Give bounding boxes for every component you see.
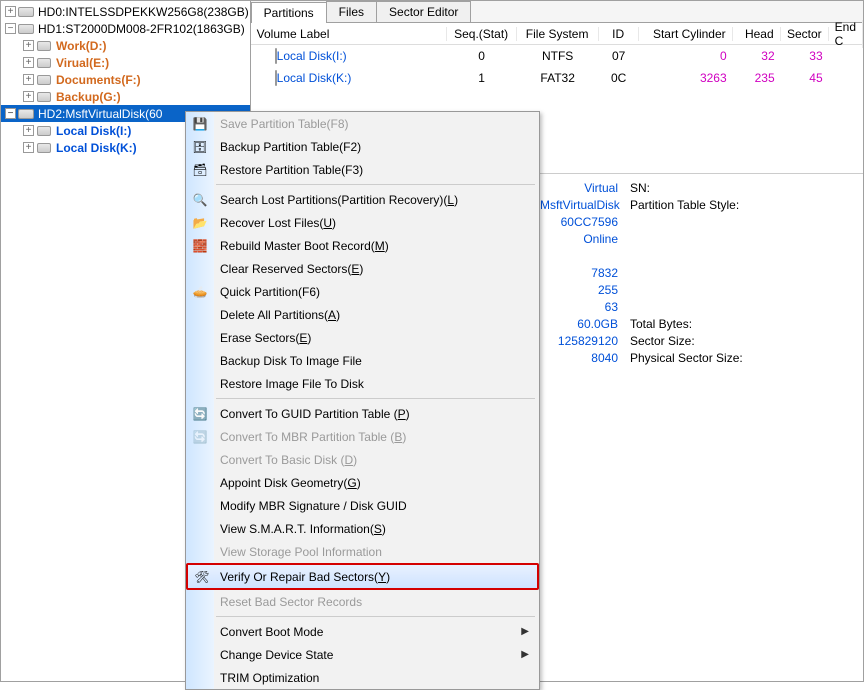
save-icon: 💾 — [191, 115, 209, 133]
tree-label: HD0:INTELSSDPEKKW256G8(238GB) — [38, 5, 249, 19]
volume-icon — [36, 73, 52, 87]
menu-verify-repair-bad-sectors[interactable]: 🛠Verify Or Repair Bad Sectors(Y) — [186, 563, 539, 590]
menu-erase-sectors[interactable]: Erase Sectors(E) — [186, 326, 539, 349]
disk-info-panel: VirtualSN: MsftVirtualDiskPartition Tabl… — [540, 180, 743, 367]
col-head[interactable]: Head — [733, 27, 781, 41]
submenu-arrow-icon: ▶ — [521, 649, 529, 660]
expand-icon[interactable]: + — [5, 6, 16, 17]
convert-icon: 🔄 — [191, 428, 209, 446]
tree-vol[interactable]: +Documents(F:) — [1, 71, 250, 88]
col-sector[interactable]: Sector — [781, 27, 829, 41]
expand-icon[interactable]: + — [23, 91, 34, 102]
rebuild-icon: 🧱 — [191, 237, 209, 255]
volume-icon — [36, 141, 52, 155]
tree-label: HD2:MsftVirtualDisk(60 — [38, 107, 162, 121]
backup-icon: 🗄 — [191, 138, 209, 156]
menu-clear-reserved[interactable]: Clear Reserved Sectors(E) — [186, 257, 539, 280]
expand-icon[interactable]: + — [23, 74, 34, 85]
tree-label: HD1:ST2000DM008-2FR102(1863GB) — [38, 22, 245, 36]
menu-quick-partition[interactable]: 🥧Quick Partition(F6) — [186, 280, 539, 303]
menu-view-smart[interactable]: View S.M.A.R.T. Information(S) — [186, 517, 539, 540]
col-volume-label[interactable]: Volume Label — [251, 27, 447, 41]
menu-change-device-state[interactable]: Change Device State▶ — [186, 643, 539, 666]
tree-vol[interactable]: +Work(D:) — [1, 37, 250, 54]
menu-restore-partition-table[interactable]: 🗃Restore Partition Table(F3) — [186, 158, 539, 181]
menu-rebuild-mbr[interactable]: 🧱Rebuild Master Boot Record(M) — [186, 234, 539, 257]
menu-convert-basic[interactable]: Convert To Basic Disk (D) — [186, 448, 539, 471]
tab-bar: Partitions Files Sector Editor — [251, 1, 863, 23]
tab-partitions[interactable]: Partitions — [251, 2, 327, 23]
col-cyl[interactable]: Start Cylinder — [639, 27, 733, 41]
tree-vol[interactable]: +Virual(E:) — [1, 54, 250, 71]
col-seq[interactable]: Seq.(Stat) — [447, 27, 517, 41]
grid-header: Volume Label Seq.(Stat) File System ID S… — [251, 23, 863, 45]
menu-appoint-geometry[interactable]: Appoint Disk Geometry(G) — [186, 471, 539, 494]
tree-vol[interactable]: +Backup(G:) — [1, 88, 250, 105]
menu-recover-lost-files[interactable]: 📂Recover Lost Files(U) — [186, 211, 539, 234]
col-filesystem[interactable]: File System — [517, 27, 599, 41]
disk-icon — [18, 5, 34, 19]
tools-icon: 🛠 — [193, 568, 211, 586]
recover-icon: 📂 — [191, 214, 209, 232]
context-menu: 💾Save Partition Table(F8) 🗄Backup Partit… — [185, 111, 540, 690]
menu-convert-boot-mode[interactable]: Convert Boot Mode▶ — [186, 620, 539, 643]
search-icon: 🔍 — [191, 191, 209, 209]
expand-icon[interactable]: + — [23, 142, 34, 153]
menu-separator — [186, 613, 539, 620]
volume-icon — [36, 124, 52, 138]
table-row[interactable]: Local Disk(K:) 1 FAT32 0C 3263 235 45 — [251, 67, 863, 89]
disk-icon — [18, 107, 34, 121]
expand-icon[interactable]: + — [23, 57, 34, 68]
menu-trim[interactable]: TRIM Optimization — [186, 666, 539, 689]
menu-view-storage-pool[interactable]: View Storage Pool Information — [186, 540, 539, 563]
expand-icon[interactable]: + — [23, 40, 34, 51]
expand-icon[interactable]: + — [23, 125, 34, 136]
tab-files[interactable]: Files — [326, 1, 377, 22]
restore-icon: 🗃 — [191, 161, 209, 179]
tab-sector-editor[interactable]: Sector Editor — [376, 1, 471, 22]
volume-icon — [36, 90, 52, 104]
col-end[interactable]: End C — [829, 20, 863, 48]
tree-disk-hd1[interactable]: − HD1:ST2000DM008-2FR102(1863GB) — [1, 20, 250, 37]
menu-restore-disk-image[interactable]: Restore Image File To Disk — [186, 372, 539, 395]
menu-search-lost-partitions[interactable]: 🔍Search Lost Partitions(Partition Recove… — [186, 188, 539, 211]
submenu-arrow-icon: ▶ — [521, 626, 529, 637]
collapse-icon[interactable]: − — [5, 108, 16, 119]
menu-backup-disk-image[interactable]: Backup Disk To Image File — [186, 349, 539, 372]
collapse-icon[interactable]: − — [5, 23, 16, 34]
app-root: + HD0:INTELSSDPEKKW256G8(238GB) − HD1:ST… — [0, 0, 864, 682]
tree-disk-hd0[interactable]: + HD0:INTELSSDPEKKW256G8(238GB) — [1, 3, 250, 20]
volume-icon — [36, 56, 52, 70]
volume-icon — [36, 39, 52, 53]
col-id[interactable]: ID — [599, 27, 639, 41]
menu-backup-partition-table[interactable]: 🗄Backup Partition Table(F2) — [186, 135, 539, 158]
menu-save-partition-table[interactable]: 💾Save Partition Table(F8) — [186, 112, 539, 135]
menu-separator — [186, 181, 539, 188]
menu-modify-mbr-sig[interactable]: Modify MBR Signature / Disk GUID — [186, 494, 539, 517]
disk-icon — [18, 22, 34, 36]
table-row[interactable]: Local Disk(I:) 0 NTFS 07 0 32 33 — [251, 45, 863, 67]
menu-separator — [186, 395, 539, 402]
menu-convert-guid[interactable]: 🔄Convert To GUID Partition Table (P) — [186, 402, 539, 425]
convert-icon: 🔄 — [191, 405, 209, 423]
menu-reset-bad-sectors[interactable]: Reset Bad Sector Records — [186, 590, 539, 613]
menu-delete-all-partitions[interactable]: Delete All Partitions(A) — [186, 303, 539, 326]
partition-icon: 🥧 — [191, 283, 209, 301]
menu-convert-mbr[interactable]: 🔄Convert To MBR Partition Table (B) — [186, 425, 539, 448]
